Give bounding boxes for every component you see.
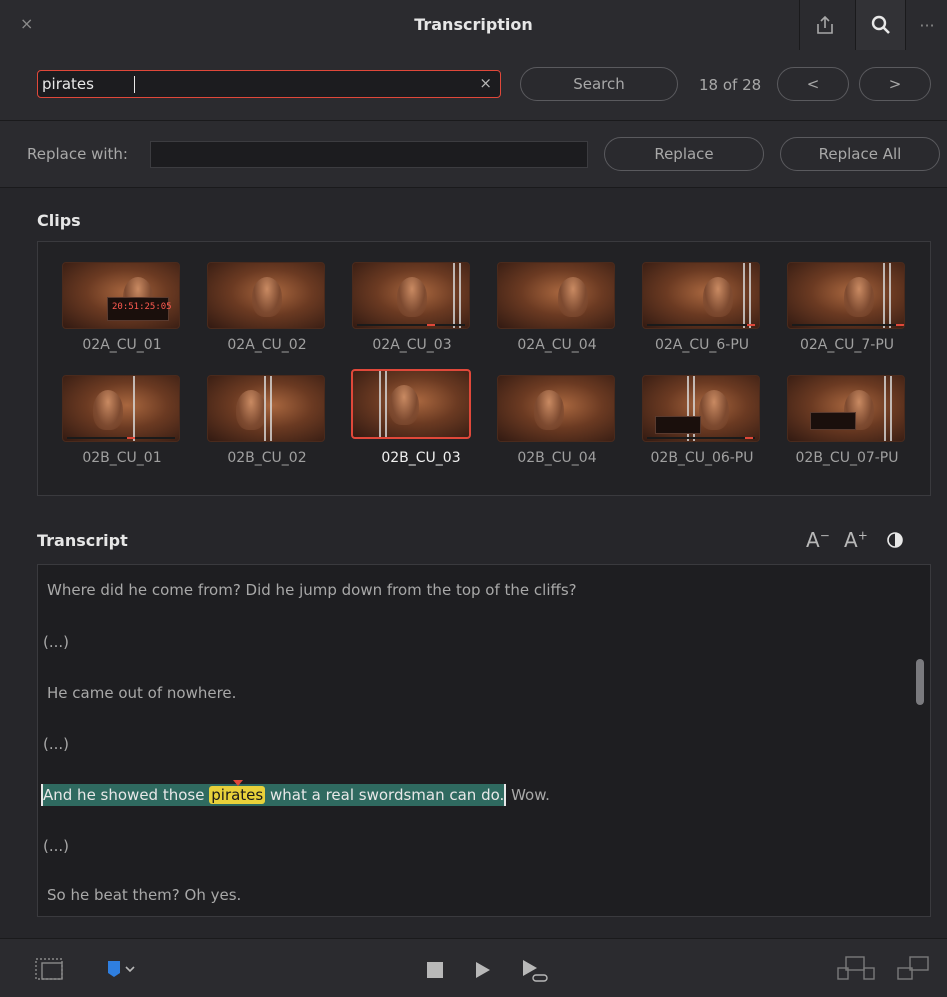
playhead-marker xyxy=(233,780,244,786)
increase-font-button[interactable]: A+ xyxy=(844,528,868,552)
clip-thumbnail xyxy=(497,262,615,329)
clip-02a-cu-7-pu[interactable]: 02A_CU_7-PU xyxy=(777,262,917,362)
next-result-button[interactable]: > xyxy=(859,67,931,101)
clip-02a-cu-04[interactable]: 02A_CU_04 xyxy=(487,262,627,362)
transcript-pause[interactable]: (...) xyxy=(43,735,69,753)
clip-thumbnail xyxy=(207,375,325,442)
clip-thumbnail xyxy=(642,262,760,329)
highlight-before: And he showed those xyxy=(43,786,205,804)
clip-label: 02B_CU_03 xyxy=(381,450,461,466)
slate-timecode: 20:51:25:05 xyxy=(112,302,172,312)
clip-label: 02B_CU_01 xyxy=(82,450,162,466)
transcript-scrollbar[interactable] xyxy=(916,659,924,705)
stop-button[interactable] xyxy=(426,961,444,983)
clip-thumbnail xyxy=(62,375,180,442)
replace-button[interactable]: Replace xyxy=(604,137,764,171)
clip-label: 02B_CU_04 xyxy=(517,450,597,466)
transcript-pause[interactable]: (...) xyxy=(43,633,69,651)
clip-thumbnail xyxy=(787,375,905,442)
clip-02b-cu-03[interactable]: 02B_CU_03 xyxy=(351,369,491,475)
bottom-toolbar xyxy=(0,938,947,997)
clip-02a-cu-03[interactable]: 02A_CU_03 xyxy=(342,262,482,362)
clip-thumbnail: 20:51:25:05 xyxy=(62,262,180,329)
decrease-font-button[interactable]: A− xyxy=(806,528,830,552)
flag-color-dropdown[interactable] xyxy=(106,959,140,983)
clip-02a-cu-01[interactable]: 20:51:25:05 02A_CU_01 xyxy=(52,262,192,362)
more-icon[interactable]: ··· xyxy=(905,0,947,50)
clip-02a-cu-02[interactable]: 02A_CU_02 xyxy=(197,262,337,362)
clip-label: 02A_CU_04 xyxy=(517,337,597,353)
clip-02a-cu-6-pu[interactable]: 02A_CU_6-PU xyxy=(632,262,772,362)
stop-icon xyxy=(427,962,443,978)
play-icon xyxy=(476,962,490,978)
transcript-line[interactable]: He came out of nowhere. xyxy=(47,684,236,702)
search-button[interactable]: Search xyxy=(520,67,678,101)
replace-all-button[interactable]: Replace All xyxy=(780,137,940,171)
append-clip-button[interactable] xyxy=(896,955,936,987)
search-match[interactable]: pirates xyxy=(209,780,266,804)
font-increase-label: A xyxy=(844,528,858,552)
insert-clip-button[interactable] xyxy=(836,955,876,987)
clip-label: 02A_CU_6-PU xyxy=(654,337,750,353)
clips-title: Clips xyxy=(37,211,81,230)
transcript-line[interactable]: So he beat them? Oh yes. xyxy=(47,886,241,904)
clip-label: 02B_CU_07-PU xyxy=(795,450,899,466)
search-field[interactable]: × xyxy=(37,70,501,98)
export-button[interactable] xyxy=(799,0,850,50)
transcript-pause[interactable]: (...) xyxy=(43,837,69,855)
clip-thumbnail xyxy=(497,375,615,442)
clips-panel: 20:51:25:05 02A_CU_01 02A_CU_02 02A_CU_0… xyxy=(37,241,931,496)
play-button[interactable] xyxy=(474,961,492,983)
search-icon xyxy=(871,15,890,34)
font-decrease-label: A xyxy=(806,528,820,552)
clip-label: 02A_CU_03 xyxy=(372,337,452,353)
clip-02b-cu-02[interactable]: 02B_CU_02 xyxy=(197,375,337,475)
clip-thumbnail xyxy=(787,262,905,329)
replace-input[interactable] xyxy=(150,141,588,168)
clip-label: 02A_CU_7-PU xyxy=(799,337,895,353)
replace-label: Replace with: xyxy=(27,145,128,163)
search-input[interactable] xyxy=(42,73,472,95)
search-row: × Search 18 of 28 < > xyxy=(0,50,947,121)
timeline-view-button[interactable] xyxy=(34,955,66,987)
insert-clip-icon xyxy=(837,956,875,980)
clip-02b-cu-01[interactable]: 02B_CU_01 xyxy=(52,375,192,475)
title-bar: × Transcription ··· xyxy=(0,0,947,51)
slate-image: 20:51:25:05 xyxy=(107,297,172,321)
clip-label: 02A_CU_01 xyxy=(82,337,162,353)
flag-icon xyxy=(108,961,135,977)
highlight-after: what a real swordsman can do. xyxy=(270,786,505,804)
search-toggle-button[interactable] xyxy=(855,0,906,50)
timeline-icon xyxy=(35,958,63,980)
clip-label: 02B_CU_06-PU xyxy=(650,450,754,466)
play-to-end-button[interactable] xyxy=(521,959,551,987)
clip-02b-cu-07-pu[interactable]: 02B_CU_07-PU xyxy=(777,375,917,475)
export-icon xyxy=(817,15,833,34)
transcript-title: Transcript xyxy=(37,531,128,550)
play-to-end-icon xyxy=(523,960,548,982)
clip-02b-cu-06-pu[interactable]: 02B_CU_06-PU xyxy=(632,375,772,475)
transcript-line-highlighted[interactable]: And he showed those pirates what a real … xyxy=(41,780,550,806)
highlighted-sentence[interactable]: And he showed those pirates what a real … xyxy=(41,780,507,806)
clip-02b-cu-04[interactable]: 02B_CU_04 xyxy=(487,375,627,475)
search-match-text: pirates xyxy=(211,786,264,804)
clear-search-icon[interactable]: × xyxy=(479,74,492,92)
clip-thumbnail xyxy=(642,375,760,442)
transcript-line[interactable]: Where did he come from? Did he jump down… xyxy=(47,581,577,599)
append-clip-icon xyxy=(897,956,929,980)
clip-label: 02B_CU_02 xyxy=(227,450,307,466)
clip-label: 02A_CU_02 xyxy=(227,337,307,353)
trailing-text: Wow. xyxy=(511,786,550,804)
transcript-panel[interactable]: Where did he come from? Did he jump down… xyxy=(37,564,931,917)
contrast-toggle[interactable] xyxy=(886,530,904,554)
clip-thumbnail xyxy=(207,262,325,329)
contrast-icon xyxy=(887,532,903,548)
clip-thumbnail xyxy=(351,369,471,439)
text-caret xyxy=(134,76,135,93)
result-count: 18 of 28 xyxy=(699,76,762,94)
replace-row: Replace with: Replace Replace All xyxy=(0,121,947,188)
clip-thumbnail xyxy=(352,262,470,329)
previous-result-button[interactable]: < xyxy=(777,67,849,101)
